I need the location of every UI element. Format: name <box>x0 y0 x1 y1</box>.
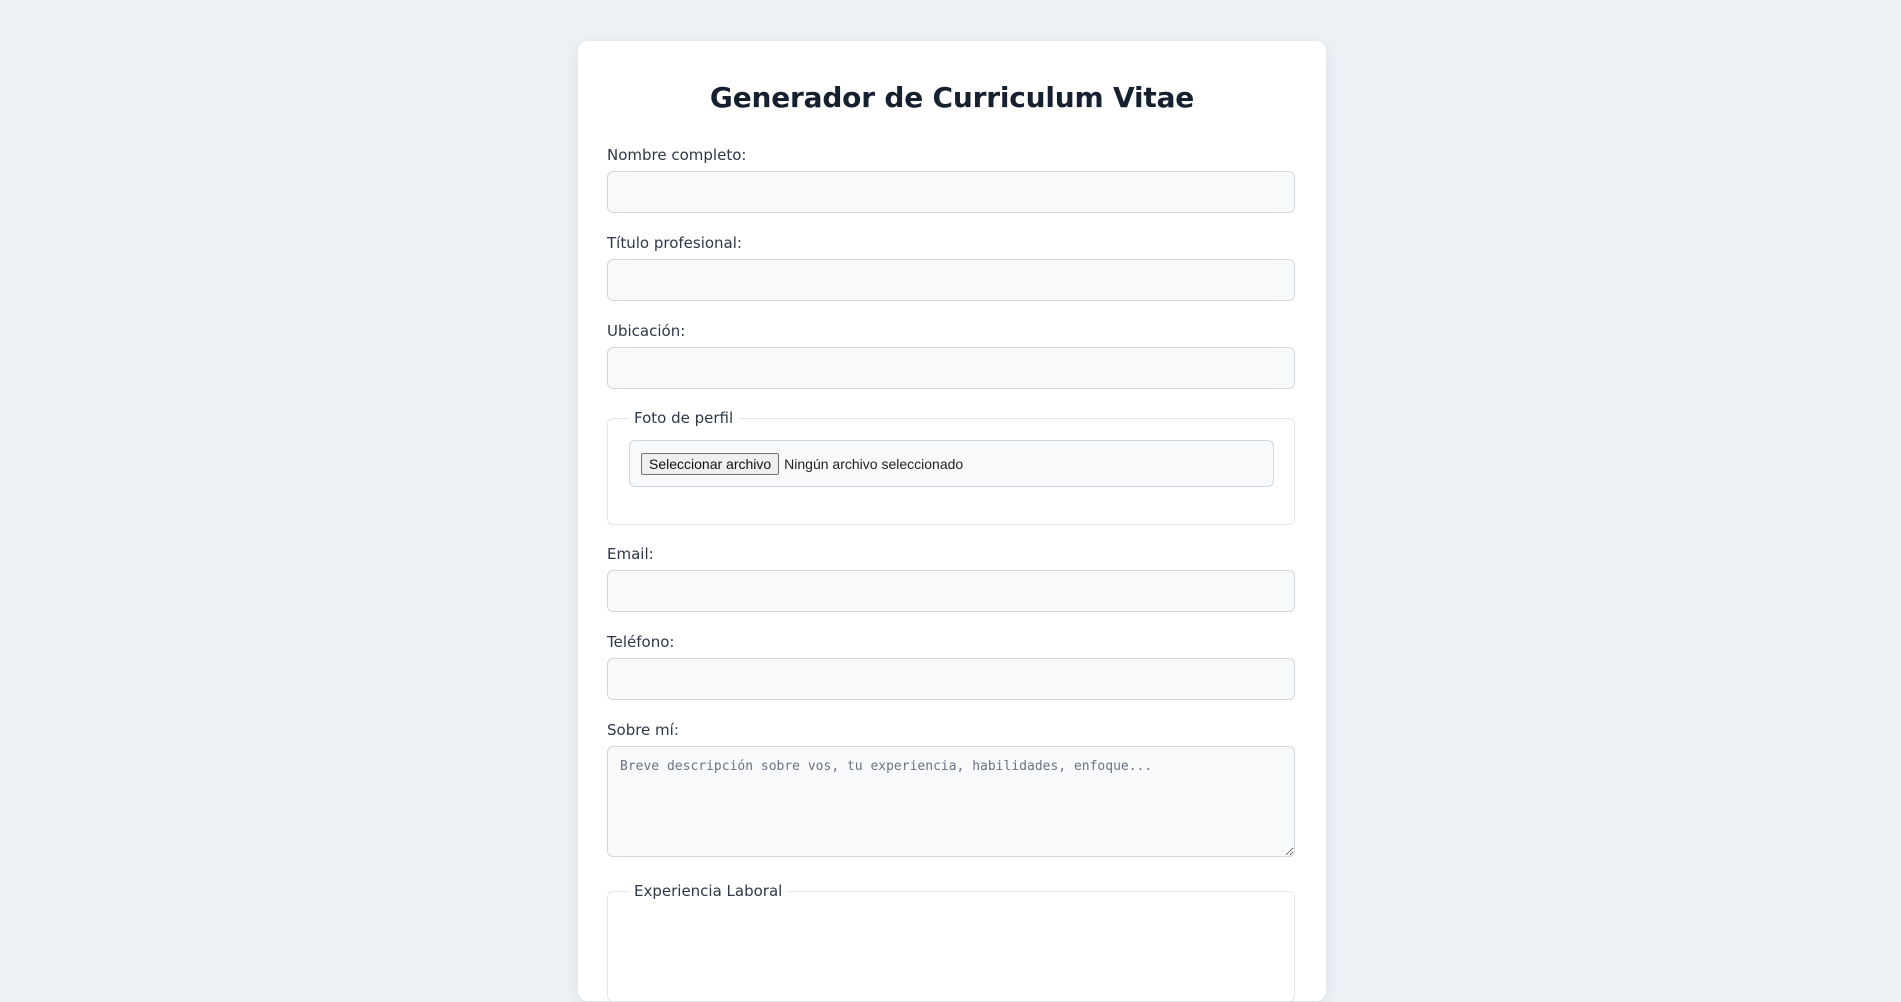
field-telefono: Teléfono: <box>607 633 1297 700</box>
page-title: Generador de Curriculum Vitae <box>709 81 1195 114</box>
email-input[interactable] <box>607 570 1295 612</box>
telefono-input[interactable] <box>607 658 1295 700</box>
cv-form-card: Generador de Curriculum Vitae Nombre com… <box>578 41 1326 1002</box>
telefono-label: Teléfono: <box>607 633 675 651</box>
foto-fieldset: Foto de perfil Seleccionar archivo Ningú… <box>607 409 1295 525</box>
email-label: Email: <box>607 545 654 563</box>
field-ubicacion: Ubicación: <box>607 322 1297 389</box>
field-email: Email: <box>607 545 1297 612</box>
select-file-button[interactable]: Seleccionar archivo <box>641 452 780 475</box>
nombre-input[interactable] <box>607 171 1295 213</box>
foto-legend: Foto de perfil <box>634 409 734 427</box>
nombre-label: Nombre completo: <box>607 146 747 164</box>
field-titulo: Título profesional: <box>607 234 1297 301</box>
titulo-label: Título profesional: <box>607 234 742 252</box>
titulo-input[interactable] <box>607 259 1295 301</box>
sobre-mi-label: Sobre mí: <box>607 721 679 739</box>
sobre-mi-textarea[interactable] <box>607 746 1295 857</box>
field-nombre: Nombre completo: <box>607 146 1297 213</box>
experiencia-legend: Experiencia Laboral <box>634 882 783 900</box>
ubicacion-label: Ubicación: <box>607 322 686 340</box>
file-status-text: Ningún archivo seleccionado <box>784 455 964 472</box>
file-picker: Seleccionar archivo Ningún archivo selec… <box>629 440 1274 487</box>
ubicacion-input[interactable] <box>607 347 1295 389</box>
experiencia-fieldset: Experiencia Laboral <box>607 882 1295 1002</box>
field-sobre-mi: Sobre mí: <box>607 721 1297 857</box>
